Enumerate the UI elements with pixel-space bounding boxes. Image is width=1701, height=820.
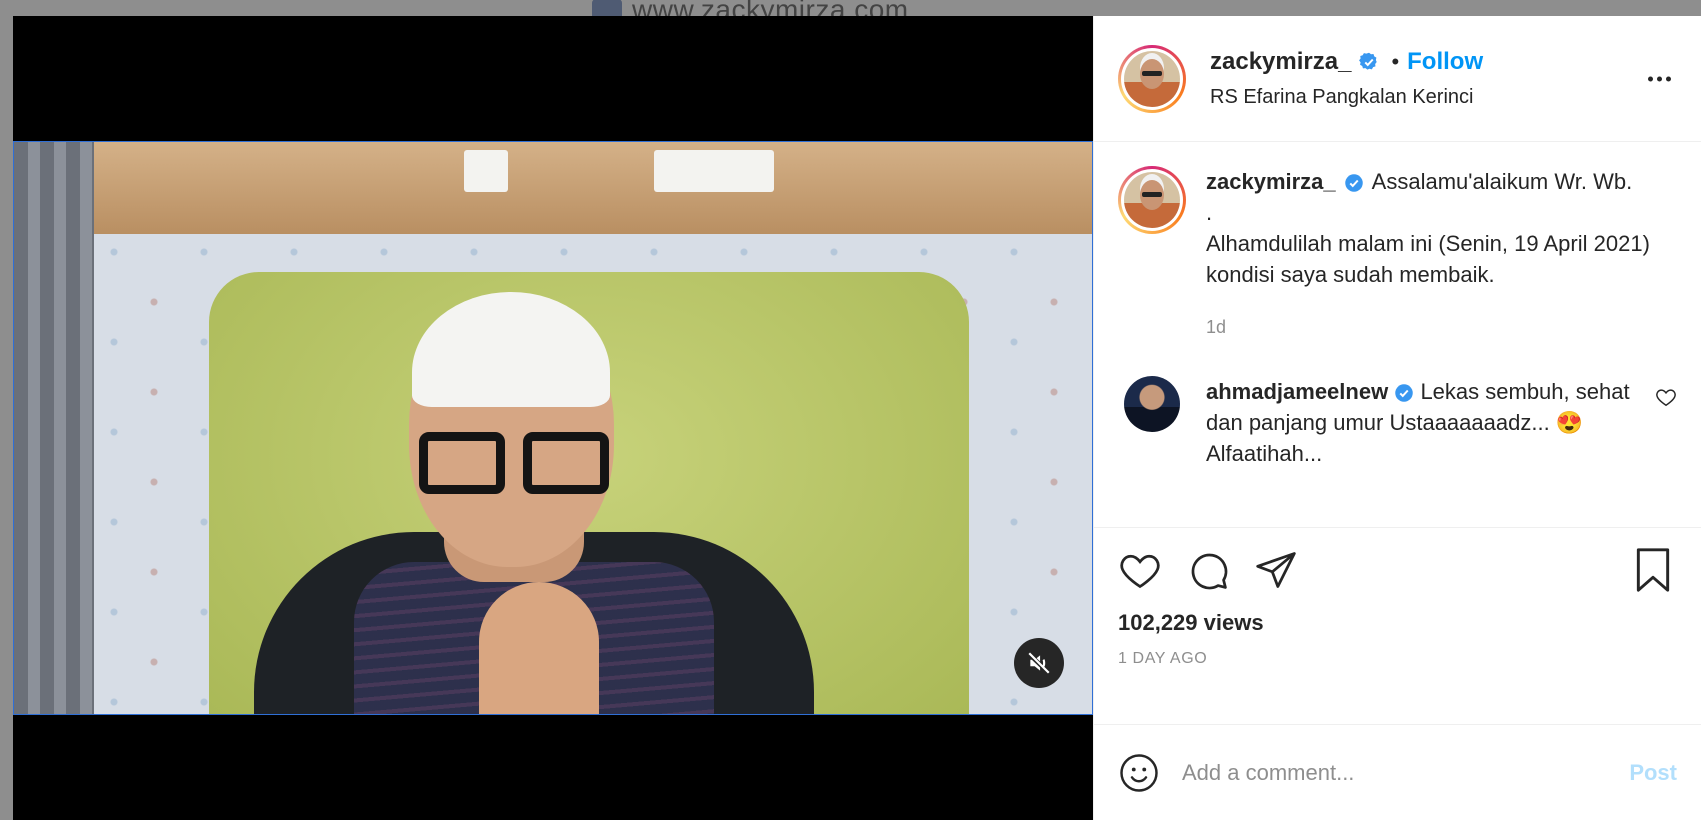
caption-timestamp[interactable]: 1d: [1206, 312, 1666, 343]
post-actions: 102,229 views 1 DAY AGO: [1094, 527, 1701, 693]
caption-username[interactable]: zackymirza_: [1206, 169, 1336, 194]
author-avatar[interactable]: [1118, 44, 1186, 113]
caption: zackymirza_ Assalamu'alaikum Wr. Wb. . A…: [1118, 166, 1677, 343]
verified-badge-icon: [1395, 384, 1414, 402]
author-username[interactable]: zackymirza_: [1210, 48, 1351, 76]
commenter-username[interactable]: ahmadjameelnew: [1206, 379, 1388, 404]
caption-line-3: Alhamdulilah malam ini (Senin, 19 April …: [1206, 231, 1650, 287]
video-headboard: [94, 142, 1092, 234]
commenter-avatar[interactable]: [1124, 376, 1180, 432]
comment-bubble-icon[interactable]: [1186, 548, 1230, 592]
caption-author-avatar[interactable]: [1118, 166, 1186, 234]
view-count[interactable]: 102,229 views: [1118, 610, 1677, 636]
add-comment-bar: Post: [1094, 724, 1701, 820]
follow-button[interactable]: Follow: [1407, 48, 1483, 76]
muted-speaker-icon: [1026, 651, 1051, 675]
caption-line-2: .: [1206, 200, 1213, 225]
share-paper-plane-icon[interactable]: [1254, 548, 1298, 592]
verified-badge-icon: [1359, 52, 1378, 70]
ellipsis-icon: [1648, 76, 1653, 81]
post-date[interactable]: 1 DAY AGO: [1118, 650, 1677, 668]
more-options-button[interactable]: [1648, 76, 1671, 81]
save-bookmark-icon[interactable]: [1633, 548, 1673, 592]
separator-dot: •: [1391, 49, 1400, 74]
add-comment-input[interactable]: [1182, 759, 1582, 786]
like-heart-icon[interactable]: [1118, 548, 1162, 592]
video-player[interactable]: [13, 141, 1093, 715]
post-sidebar: zackymirza_ • Follow RS Efarina Pangkala…: [1093, 16, 1701, 820]
caption-line-1: Assalamu'alaikum Wr. Wb.: [1371, 169, 1633, 194]
media-panel: [13, 16, 1093, 820]
mute-toggle-button[interactable]: [1014, 638, 1064, 688]
profile-photo: [1124, 50, 1180, 107]
post-modal: zackymirza_ • Follow RS Efarina Pangkala…: [13, 16, 1701, 820]
location-link[interactable]: RS Efarina Pangkalan Kerinci: [1210, 86, 1483, 109]
comments-list[interactable]: zackymirza_ Assalamu'alaikum Wr. Wb. . A…: [1094, 142, 1701, 527]
verified-badge-icon: [1344, 174, 1363, 192]
like-comment-heart-icon[interactable]: [1655, 386, 1677, 408]
post-comment-button[interactable]: Post: [1629, 760, 1677, 786]
comment-item: ahmadjameelnew Lekas sembuh, sehat dan p…: [1118, 376, 1677, 469]
emoji-smiley-icon[interactable]: [1118, 752, 1160, 794]
post-header: zackymirza_ • Follow RS Efarina Pangkala…: [1094, 16, 1701, 142]
